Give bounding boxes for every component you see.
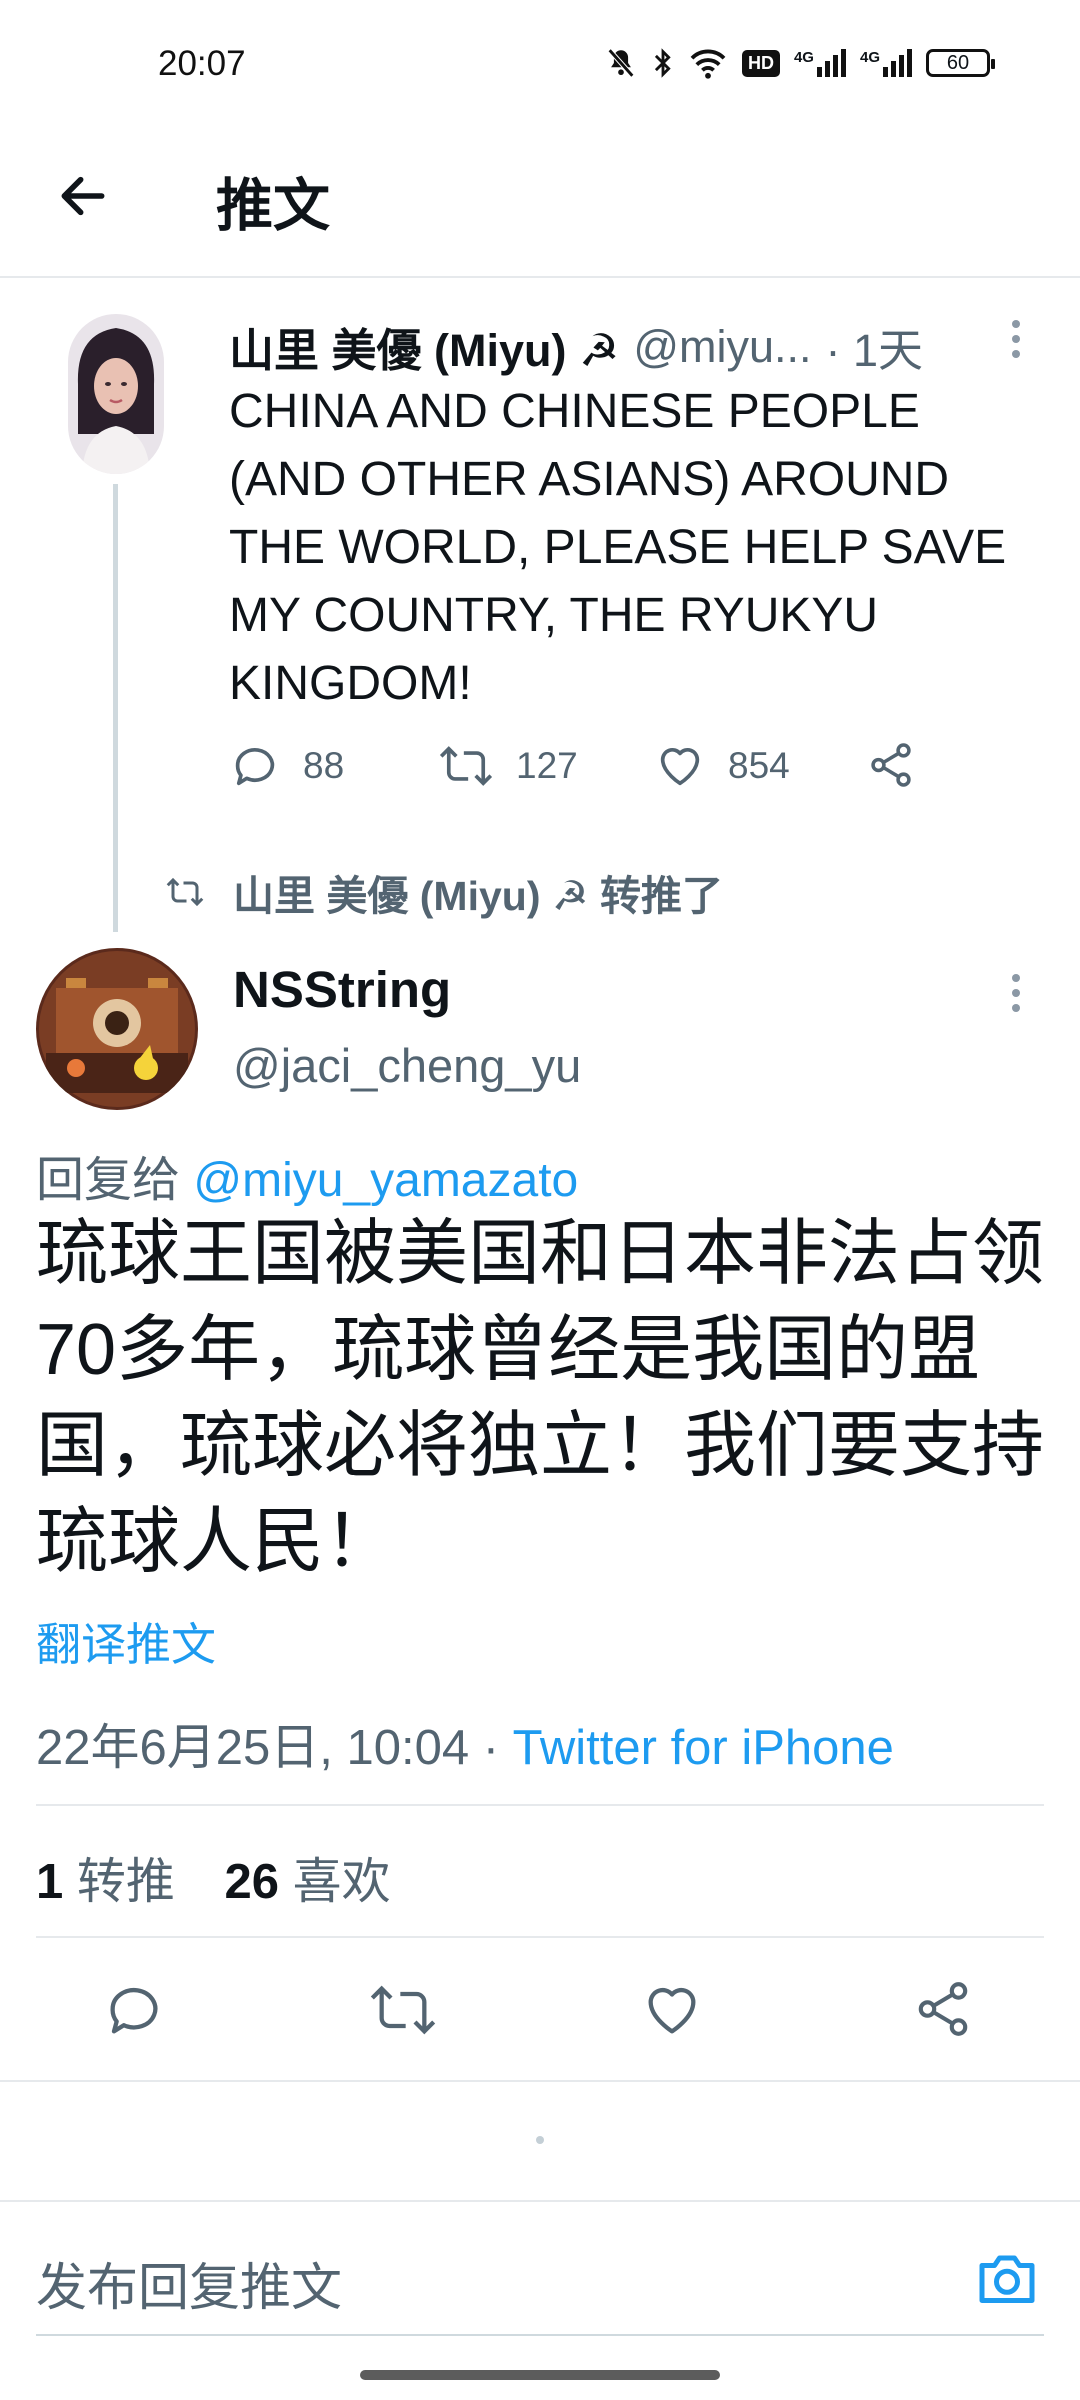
parent-author-name[interactable]: 山里 美優 (Miyu) ☭ <box>229 314 619 379</box>
heart-icon <box>660 748 700 786</box>
reply-prefix: 回复给 <box>36 1154 181 1207</box>
source-link[interactable]: Twitter for iPhone <box>513 1721 894 1775</box>
reply-input[interactable]: 发布回复推文 <box>36 2246 342 2320</box>
heart-icon[interactable] <box>640 1978 704 2042</box>
signal-label: 4G <box>793 49 814 66</box>
retweet-count: 127 <box>516 745 578 786</box>
reply-icon[interactable] <box>102 1978 166 2042</box>
parent-tweet-text: CHINA AND CHINESE PEOPLE (AND OTHER ASIA… <box>229 385 1007 710</box>
author-handle[interactable]: @jaci_cheng_yu <box>233 1038 581 1093</box>
bluetooth-icon <box>654 48 671 78</box>
retweeted-by-notice[interactable]: 山里 美優 (Miyu) ☭ 转推了 <box>165 862 723 922</box>
parent-retweet-button[interactable]: 127 <box>438 740 578 792</box>
more-options-icon[interactable] <box>1012 320 1020 365</box>
share-icon[interactable] <box>912 1978 974 2040</box>
reply-mention-link[interactable]: @miyu_yamazato <box>193 1154 578 1207</box>
divider <box>36 1804 1044 1806</box>
more-options-icon[interactable] <box>1012 974 1020 1019</box>
parent-tweet-time: · 1天 <box>825 325 924 376</box>
retweet-icon[interactable] <box>368 1978 438 2042</box>
thread-line <box>113 484 118 932</box>
mute-bell-icon <box>607 48 635 78</box>
status-icons: HD 4G 4G 60 <box>604 46 995 80</box>
divider <box>0 2080 1080 2082</box>
page-title: 推文 <box>216 174 330 238</box>
reply-count: 88 <box>303 745 345 786</box>
wifi-icon <box>690 49 726 79</box>
loading-dot <box>536 2136 544 2144</box>
status-time: 20:07 <box>158 44 246 83</box>
like-count: 854 <box>728 745 790 786</box>
like-label: 喜欢 <box>292 1855 391 1909</box>
parent-author-handle[interactable]: @miyu... <box>633 321 811 373</box>
translate-tweet-link[interactable]: 翻译推文 <box>36 1608 216 1673</box>
retweet-count: 1 <box>36 1855 64 1909</box>
likes-stat[interactable]: 26 喜欢 <box>225 1855 391 1909</box>
back-arrow-icon[interactable] <box>55 168 111 224</box>
retweet-notice-text: 山里 美優 (Miyu) ☭ 转推了 <box>233 873 724 919</box>
retweet-icon <box>166 877 204 907</box>
retweet-label: 转推 <box>76 1855 175 1909</box>
parent-share-button[interactable] <box>866 740 916 790</box>
header-divider <box>0 276 1080 278</box>
retweets-stat[interactable]: 1 转推 <box>36 1855 175 1909</box>
tweet-stats: 1 转推 26 喜欢 <box>36 1842 391 1913</box>
timestamp-text: 22年6月25日, 10:04 · <box>36 1721 513 1775</box>
tweet-timestamp: 22年6月25日, 10:04 · Twitter for iPhone <box>36 1708 894 1779</box>
reply-context: 回复给 @miyu_yamazato <box>36 1140 578 1210</box>
camera-icon[interactable] <box>974 2248 1040 2308</box>
share-icon <box>871 743 911 787</box>
retweet-icon <box>439 746 493 786</box>
author-name[interactable]: NSString <box>233 960 451 1019</box>
composer-divider <box>0 2200 1080 2202</box>
parent-tweet-header: 山里 美優 (Miyu) ☭ @miyu... · 1天 <box>229 314 923 379</box>
signal-icon: 4G <box>794 49 846 77</box>
parent-like-button[interactable]: 854 <box>654 740 790 792</box>
tweet-text: 琉球王国被美国和日本非法占领70多年，琉球曾经是我国的盟国，琉球必将独立！我们要… <box>36 1214 1045 1582</box>
like-count: 26 <box>224 1855 280 1909</box>
signal-label: 4G <box>859 49 880 66</box>
avatar[interactable] <box>68 314 164 474</box>
composer-underline <box>36 2334 1044 2336</box>
parent-reply-button[interactable]: 88 <box>229 740 344 792</box>
avatar[interactable] <box>36 948 198 1110</box>
reply-icon <box>235 748 275 786</box>
signal-icon: 4G <box>860 49 912 77</box>
home-indicator[interactable] <box>360 2370 720 2380</box>
reply-placeholder-text: 发布回复推文 <box>36 2259 343 2316</box>
battery-icon: 60 <box>926 49 995 77</box>
hd-icon: HD <box>741 49 780 77</box>
divider <box>36 1936 1044 1938</box>
